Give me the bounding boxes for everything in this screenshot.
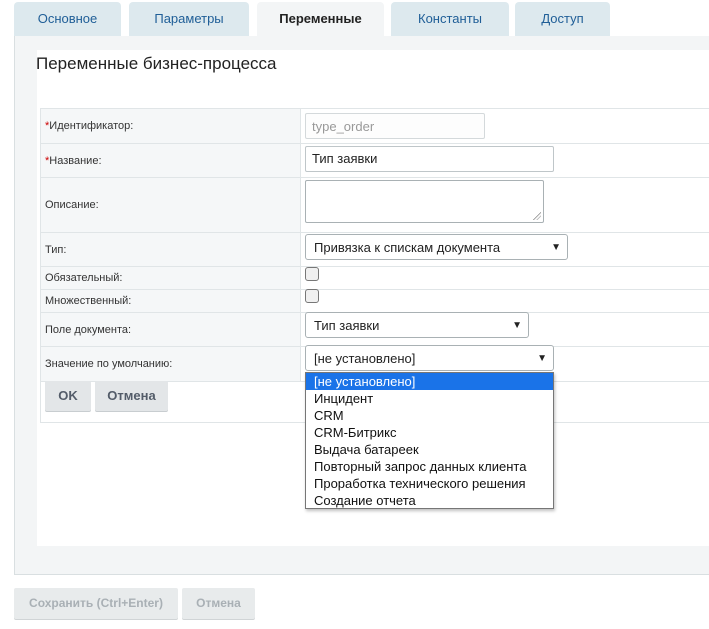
- dropdown-option[interactable]: Повторный запрос данных клиента: [306, 458, 553, 475]
- row-mandatory: Обязательный:: [40, 267, 709, 290]
- dropdown-option[interactable]: [не установлено]: [306, 373, 553, 390]
- type-label: Тип:: [40, 233, 301, 266]
- document-field-select[interactable]: Тип заявки ▼: [305, 312, 529, 338]
- save-button[interactable]: Сохранить (Ctrl+Enter): [14, 588, 178, 619]
- default-value-label: Значение по умолчанию:: [40, 347, 301, 381]
- default-value-select[interactable]: [не установлено] ▼: [305, 345, 554, 371]
- tab-parameters[interactable]: Параметры: [129, 2, 249, 37]
- identifier-label: Идентификатор:: [49, 120, 134, 132]
- identifier-input[interactable]: type_order: [305, 113, 485, 139]
- ok-button[interactable]: OK: [45, 381, 91, 411]
- document-field-select-value: Тип заявки: [314, 318, 380, 333]
- description-label: Описание:: [40, 178, 301, 232]
- tab-constants[interactable]: Константы: [391, 2, 509, 37]
- footer-cancel-button[interactable]: Отмена: [182, 588, 255, 619]
- dropdown-option[interactable]: Выдача батареек: [306, 441, 553, 458]
- row-multiple: Множественный:: [40, 290, 709, 313]
- dropdown-option[interactable]: Создание отчета: [306, 492, 553, 509]
- name-input[interactable]: Тип заявки: [305, 146, 554, 172]
- default-value-dropdown-list: [не установлено] Инцидент CRM CRM-Битрик…: [305, 372, 554, 509]
- dropdown-option[interactable]: Проработка технического решения: [306, 475, 553, 492]
- mandatory-checkbox[interactable]: [305, 267, 319, 281]
- document-field-label: Поле документа:: [40, 313, 301, 346]
- chevron-down-icon: ▼: [551, 242, 561, 253]
- multiple-checkbox[interactable]: [305, 289, 319, 303]
- tab-access[interactable]: Доступ: [515, 2, 610, 37]
- mandatory-label: Обязательный:: [40, 267, 301, 289]
- dropdown-option[interactable]: Инцидент: [306, 390, 553, 407]
- tab-main[interactable]: Основное: [14, 2, 121, 37]
- chevron-down-icon: ▼: [512, 320, 522, 331]
- type-select-value: Привязка к спискам документа: [314, 240, 501, 255]
- dropdown-option[interactable]: CRM-Битрикс: [306, 424, 553, 441]
- description-textarea[interactable]: [305, 180, 544, 223]
- default-value-select-value: [не установлено]: [314, 351, 416, 366]
- chevron-down-icon: ▼: [537, 353, 547, 364]
- dropdown-option[interactable]: CRM: [306, 407, 553, 424]
- cancel-button[interactable]: Отмена: [95, 381, 168, 411]
- name-label: Название:: [49, 154, 102, 167]
- page-title: Переменные бизнес-процесса: [36, 54, 277, 73]
- multiple-label: Множественный:: [40, 290, 301, 312]
- tab-variables[interactable]: Переменные: [257, 2, 384, 37]
- type-select[interactable]: Привязка к спискам документа ▼: [305, 234, 568, 260]
